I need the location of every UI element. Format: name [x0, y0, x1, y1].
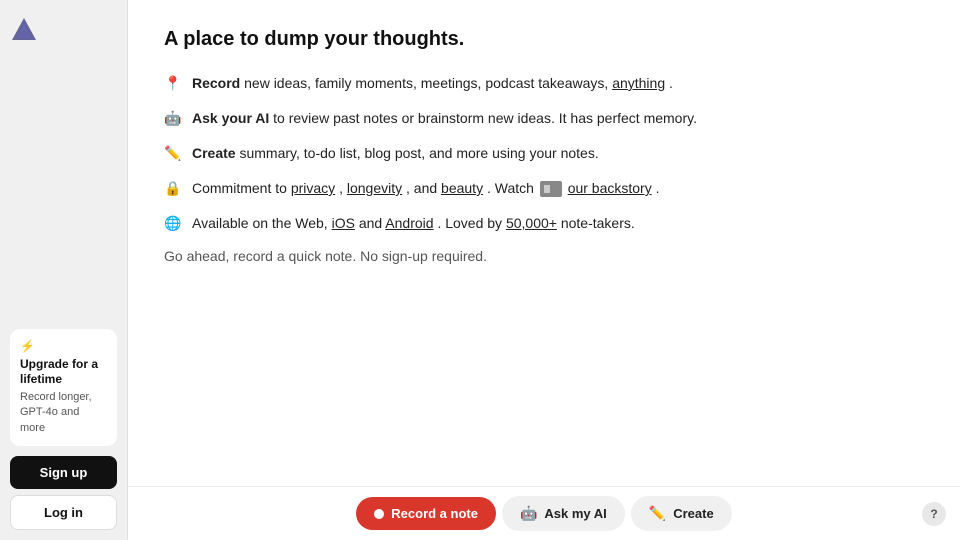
create-button[interactable]: ✏️ Create — [631, 496, 732, 531]
upgrade-title: Upgrade for a lifetime — [20, 357, 107, 388]
ask-ai-label: Ask my AI — [544, 506, 606, 521]
help-button[interactable]: ? — [922, 502, 946, 526]
feature-record: 📍 Record new ideas, family moments, meet… — [164, 73, 924, 94]
privacy-icon: 🔒 — [164, 179, 182, 197]
create-label: Create — [673, 506, 713, 521]
android-link[interactable]: Android — [385, 215, 433, 231]
video-thumbnail[interactable] — [540, 181, 562, 197]
ask-ai-label: Ask your AI — [192, 110, 269, 126]
go-ahead-text: Go ahead, record a quick note. No sign-u… — [164, 248, 924, 264]
page-title: A place to dump your thoughts. — [164, 28, 924, 51]
ios-link[interactable]: iOS — [332, 215, 355, 231]
feature-privacy: 🔒 Commitment to privacy , longevity , an… — [164, 178, 924, 199]
app-logo — [10, 16, 38, 49]
record-note-button[interactable]: Record a note — [356, 497, 496, 530]
feature-ask-ai: 🤖 Ask your AI to review past notes or br… — [164, 108, 924, 129]
main-content: A place to dump your thoughts. 📍 Record … — [128, 0, 960, 540]
backstory-link[interactable]: our backstory — [568, 180, 652, 196]
beauty-link[interactable]: beauty — [441, 180, 483, 196]
create-pencil-icon: ✏️ — [649, 505, 666, 522]
feature-create-text: Create summary, to-do list, blog post, a… — [192, 143, 599, 164]
login-button[interactable]: Log in — [10, 495, 117, 530]
privacy-link[interactable]: privacy — [291, 180, 335, 196]
record-icon: 📍 — [164, 74, 182, 92]
ask-my-ai-button[interactable]: 🤖 Ask my AI — [502, 496, 625, 531]
ai-icon: 🤖 — [164, 109, 182, 127]
sidebar-bottom: ⚡ Upgrade for a lifetime Record longer, … — [0, 319, 127, 540]
create-label: Create — [192, 145, 236, 161]
feature-privacy-text: Commitment to privacy , longevity , and … — [192, 178, 660, 199]
upgrade-card: ⚡ Upgrade for a lifetime Record longer, … — [10, 329, 117, 446]
upgrade-icon: ⚡ — [20, 339, 107, 353]
longevity-link[interactable]: longevity — [347, 180, 402, 196]
upgrade-lightning-icon: ⚡ — [20, 339, 35, 353]
ai-bot-icon: 🤖 — [520, 505, 537, 522]
record-note-label: Record a note — [391, 506, 478, 521]
bottom-toolbar: Record a note 🤖 Ask my AI ✏️ Create ? — [128, 486, 960, 540]
upgrade-description: Record longer, GPT-4o and more — [20, 390, 107, 436]
create-icon: ✏️ — [164, 144, 182, 162]
feature-record-text: Record new ideas, family moments, meetin… — [192, 73, 673, 94]
anything-link[interactable]: anything — [612, 75, 665, 91]
web-icon: 🌐 — [164, 214, 182, 232]
content-area: A place to dump your thoughts. 📍 Record … — [128, 0, 960, 486]
feature-create: ✏️ Create summary, to-do list, blog post… — [164, 143, 924, 164]
feature-list: 📍 Record new ideas, family moments, meet… — [164, 73, 924, 234]
signup-button[interactable]: Sign up — [10, 456, 117, 489]
feature-platforms-text: Available on the Web, iOS and Android . … — [192, 213, 635, 234]
record-label: Record — [192, 75, 240, 91]
users-count-link[interactable]: 50,000+ — [506, 215, 557, 231]
feature-platforms: 🌐 Available on the Web, iOS and Android … — [164, 213, 924, 234]
sidebar: ⚡ Upgrade for a lifetime Record longer, … — [0, 0, 128, 540]
record-dot-icon — [374, 509, 384, 519]
feature-ask-ai-text: Ask your AI to review past notes or brai… — [192, 108, 697, 129]
